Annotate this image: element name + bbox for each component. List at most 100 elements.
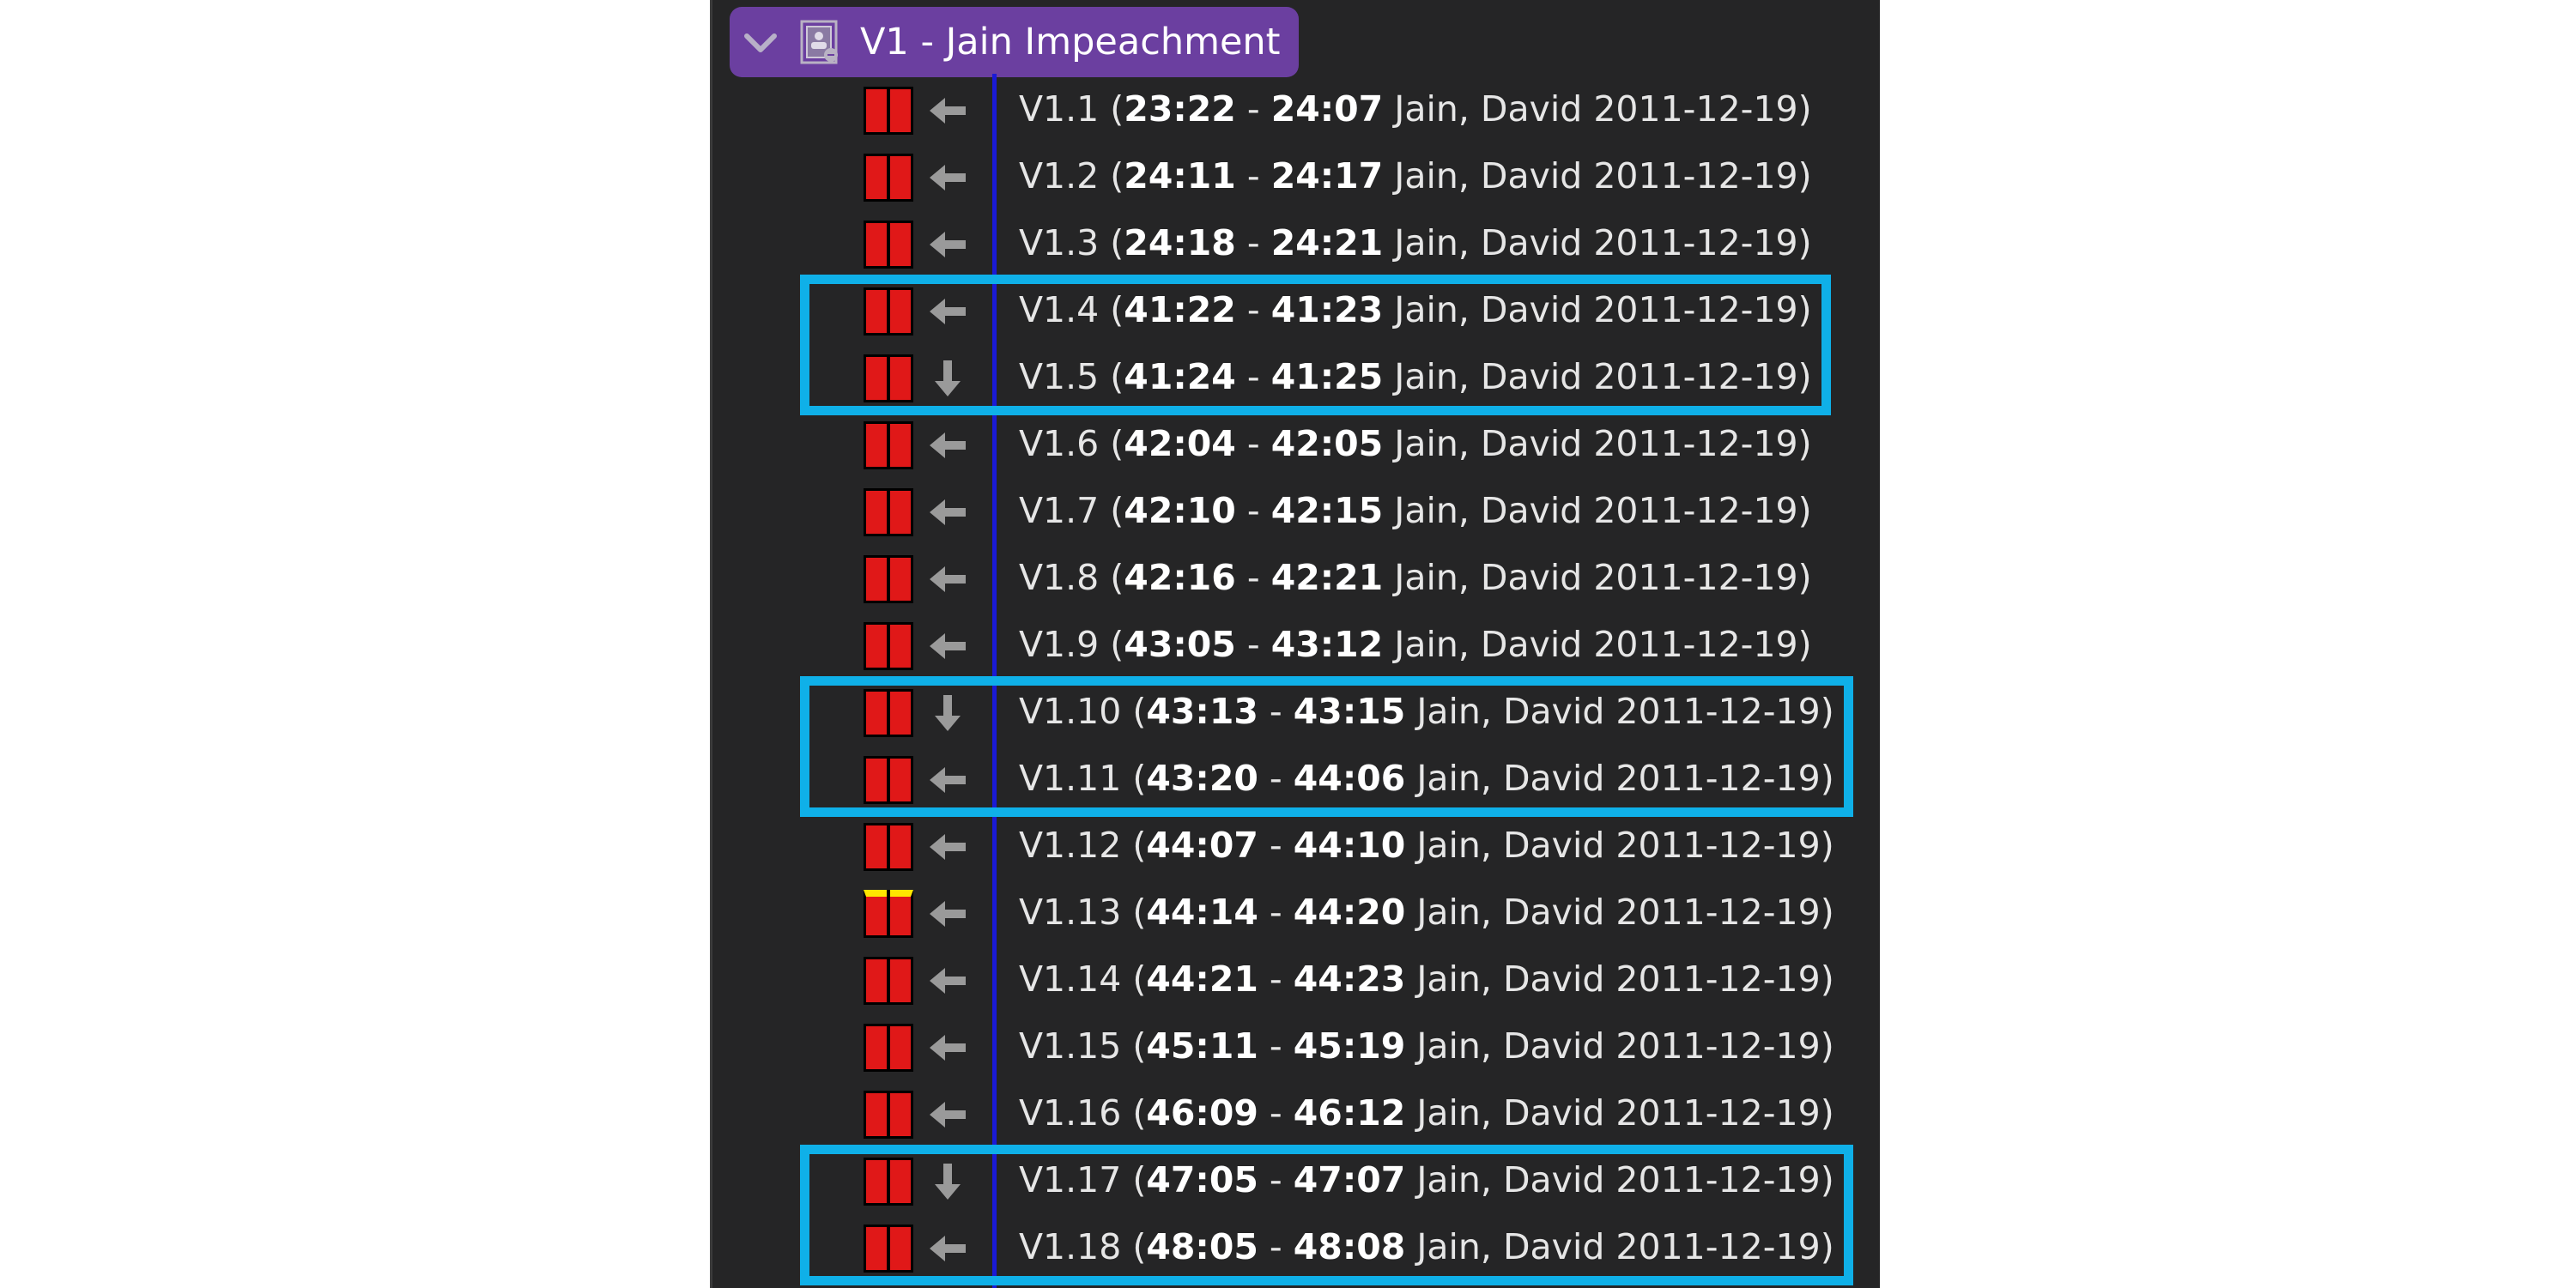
speaker-name: Jain, David: [1416, 1092, 1605, 1134]
designation-date: 2011-12-19: [1593, 423, 1798, 464]
designation-row[interactable]: V1.16 (46:09 - 46:12 Jain, David 2011-12…: [710, 1079, 1880, 1146]
left-arrow-icon[interactable]: [924, 824, 971, 870]
designation-date: 2011-12-19: [1593, 490, 1798, 531]
chevron-down-icon[interactable]: [742, 24, 779, 62]
designation-row[interactable]: V1.2 (24:11 - 24:17 Jain, David 2011-12-…: [710, 142, 1880, 209]
speaker-name: Jain, David: [1416, 892, 1605, 933]
designation-label: V1.12 (44:07 - 44:10 Jain, David 2011-12…: [1019, 825, 1834, 866]
designation-id: V1.7: [1019, 490, 1100, 531]
end-time: 46:12: [1293, 1092, 1406, 1134]
transcript-document-icon: [800, 20, 838, 64]
start-time: 24:18: [1124, 222, 1236, 263]
left-arrow-icon[interactable]: [924, 556, 971, 602]
designation-label: V1.15 (45:11 - 45:19 Jain, David 2011-12…: [1019, 1025, 1834, 1067]
speaker-name: Jain, David: [1416, 825, 1605, 866]
designation-date: 2011-12-19: [1593, 155, 1798, 197]
designation-date: 2011-12-19: [1615, 958, 1821, 1000]
designation-date: 2011-12-19: [1593, 88, 1798, 130]
left-arrow-icon[interactable]: [924, 958, 971, 1004]
left-arrow-icon[interactable]: [924, 221, 971, 268]
segment-marker-icon[interactable]: [864, 154, 913, 202]
designation-row[interactable]: V1.7 (42:10 - 42:15 Jain, David 2011-12-…: [710, 477, 1880, 544]
designation-date: 2011-12-19: [1593, 222, 1798, 263]
end-time: 43:12: [1270, 624, 1384, 665]
left-arrow-icon[interactable]: [924, 154, 971, 201]
designation-label: V1.6 (42:04 - 42:05 Jain, David 2011-12-…: [1019, 423, 1812, 464]
segment-marker-icon[interactable]: [864, 1091, 913, 1139]
start-time: 44:07: [1146, 825, 1258, 866]
speaker-name: Jain, David: [1394, 155, 1583, 197]
designation-label: V1.3 (24:18 - 24:21 Jain, David 2011-12-…: [1019, 222, 1812, 263]
end-time: 45:19: [1293, 1025, 1406, 1067]
left-arrow-icon[interactable]: [924, 1025, 971, 1071]
tree-header-v1[interactable]: V1 - Jain Impeachment: [730, 7, 1299, 77]
segment-marker-icon[interactable]: [864, 1024, 913, 1072]
end-time: 24:21: [1270, 222, 1384, 263]
end-time: 24:17: [1270, 155, 1384, 197]
end-time: 44:10: [1293, 825, 1406, 866]
designation-id: V1.8: [1019, 557, 1100, 598]
designation-id: V1.1: [1019, 88, 1100, 130]
speaker-name: Jain, David: [1416, 1025, 1605, 1067]
segment-marker-icon[interactable]: [864, 87, 913, 135]
end-time: 44:20: [1293, 892, 1406, 933]
designation-date: 2011-12-19: [1615, 825, 1821, 866]
start-time: 43:05: [1124, 624, 1236, 665]
designation-row[interactable]: V1.6 (42:04 - 42:05 Jain, David 2011-12-…: [710, 410, 1880, 477]
designation-row[interactable]: V1.8 (42:16 - 42:21 Jain, David 2011-12-…: [710, 544, 1880, 611]
start-time: 42:16: [1124, 557, 1236, 598]
speaker-name: Jain, David: [1394, 222, 1583, 263]
start-time: 23:22: [1124, 88, 1236, 130]
speaker-name: Jain, David: [1394, 88, 1583, 130]
end-time: 44:23: [1293, 958, 1406, 1000]
designation-row[interactable]: V1.15 (45:11 - 45:19 Jain, David 2011-12…: [710, 1013, 1880, 1079]
left-arrow-icon[interactable]: [924, 1091, 971, 1138]
designation-label: V1.13 (44:14 - 44:20 Jain, David 2011-12…: [1019, 892, 1834, 933]
designation-label: V1.7 (42:10 - 42:15 Jain, David 2011-12-…: [1019, 490, 1812, 531]
designation-row[interactable]: V1.1 (23:22 - 24:07 Jain, David 2011-12-…: [710, 76, 1880, 142]
designation-id: V1.6: [1019, 423, 1100, 464]
start-time: 46:09: [1146, 1092, 1258, 1134]
segment-marker-yellow-icon[interactable]: [864, 890, 913, 938]
tree-header-title: V1 - Jain Impeachment: [860, 21, 1281, 63]
highlight-box: [800, 676, 1853, 817]
start-time: 24:11: [1124, 155, 1236, 197]
end-time: 42:05: [1270, 423, 1384, 464]
end-time: 42:15: [1270, 490, 1384, 531]
segment-marker-icon[interactable]: [864, 221, 913, 269]
designation-id: V1.9: [1019, 624, 1100, 665]
designation-row[interactable]: V1.13 (44:14 - 44:20 Jain, David 2011-12…: [710, 879, 1880, 946]
segment-marker-icon[interactable]: [864, 622, 913, 670]
speaker-name: Jain, David: [1394, 490, 1583, 531]
designation-id: V1.3: [1019, 222, 1100, 263]
speaker-name: Jain, David: [1394, 557, 1583, 598]
designation-date: 2011-12-19: [1615, 1092, 1821, 1134]
designation-id: V1.2: [1019, 155, 1100, 197]
designation-row[interactable]: V1.12 (44:07 - 44:10 Jain, David 2011-12…: [710, 812, 1880, 879]
designation-row[interactable]: V1.9 (43:05 - 43:12 Jain, David 2011-12-…: [710, 611, 1880, 678]
left-arrow-icon[interactable]: [924, 422, 971, 469]
segment-marker-icon[interactable]: [864, 488, 913, 536]
designation-label: V1.1 (23:22 - 24:07 Jain, David 2011-12-…: [1019, 88, 1812, 130]
designation-label: V1.16 (46:09 - 46:12 Jain, David 2011-12…: [1019, 1092, 1834, 1134]
designation-id: V1.16: [1019, 1092, 1122, 1134]
left-arrow-icon[interactable]: [924, 489, 971, 535]
start-time: 45:11: [1146, 1025, 1258, 1067]
start-time: 42:10: [1124, 490, 1236, 531]
left-arrow-icon[interactable]: [924, 891, 971, 937]
designation-label: V1.9 (43:05 - 43:12 Jain, David 2011-12-…: [1019, 624, 1812, 665]
designation-id: V1.12: [1019, 825, 1122, 866]
left-arrow-icon[interactable]: [924, 88, 971, 134]
designation-date: 2011-12-19: [1615, 892, 1821, 933]
end-time: 42:21: [1270, 557, 1384, 598]
segment-marker-icon[interactable]: [864, 823, 913, 871]
segment-marker-icon[interactable]: [864, 421, 913, 469]
designation-row[interactable]: V1.3 (24:18 - 24:21 Jain, David 2011-12-…: [710, 209, 1880, 276]
start-time: 42:04: [1124, 423, 1236, 464]
designation-row[interactable]: V1.14 (44:21 - 44:23 Jain, David 2011-12…: [710, 946, 1880, 1013]
segment-marker-icon[interactable]: [864, 957, 913, 1005]
left-arrow-icon[interactable]: [924, 623, 971, 669]
speaker-name: Jain, David: [1416, 958, 1605, 1000]
segment-marker-icon[interactable]: [864, 555, 913, 603]
designation-label: V1.14 (44:21 - 44:23 Jain, David 2011-12…: [1019, 958, 1834, 1000]
